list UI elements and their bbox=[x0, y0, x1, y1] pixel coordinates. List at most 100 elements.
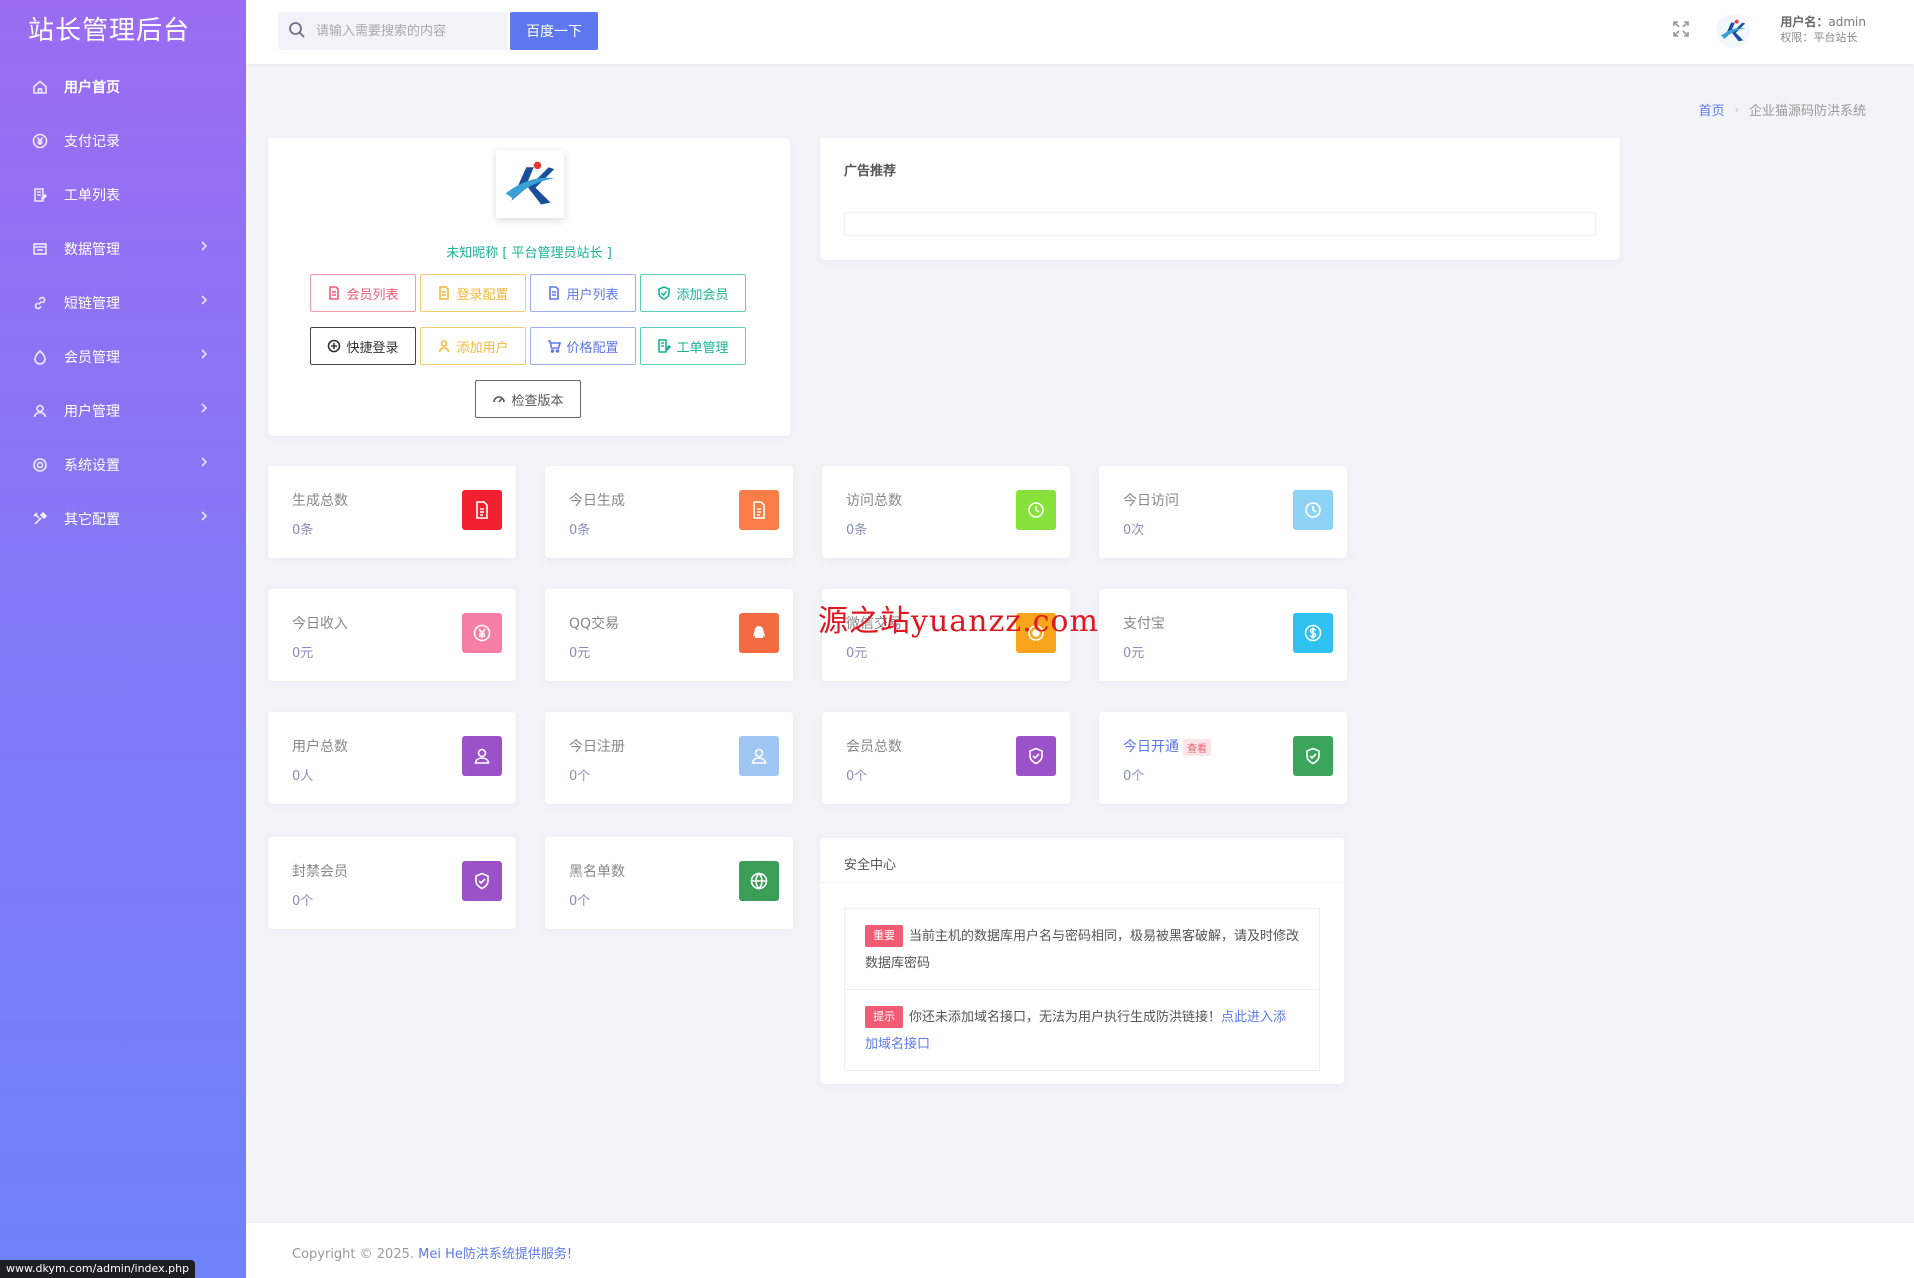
chevron-right-icon bbox=[198, 510, 214, 526]
stat-card: QQ交易 0元 bbox=[545, 589, 793, 681]
chevron-right-icon: › bbox=[1734, 103, 1739, 116]
plus-circle-icon bbox=[328, 339, 341, 353]
user-icon bbox=[739, 736, 779, 776]
chevron-right-icon bbox=[198, 240, 214, 256]
ad-card: 广告推荐 bbox=[820, 138, 1620, 260]
link-icon bbox=[30, 293, 50, 313]
sidebar-item-label: 短链管理 bbox=[64, 296, 120, 312]
stat-value: 0元 bbox=[846, 646, 868, 661]
sidebar-item-shortlinks[interactable]: 短链管理 bbox=[0, 276, 246, 330]
alipay-icon bbox=[1293, 613, 1333, 653]
user-list-button[interactable]: 用户列表 bbox=[530, 274, 636, 312]
avatar[interactable] bbox=[1716, 14, 1750, 48]
yen-icon bbox=[30, 131, 50, 151]
search-input[interactable] bbox=[316, 23, 496, 39]
site-logo bbox=[496, 150, 564, 218]
logo-icon bbox=[1720, 19, 1746, 42]
yen-icon bbox=[462, 613, 502, 653]
breadcrumb-current: 企业猫源码防洪系统 bbox=[1748, 104, 1866, 119]
search-button[interactable]: 百度一下 bbox=[510, 12, 598, 50]
sidebar-item-data[interactable]: 数据管理 bbox=[0, 222, 246, 276]
stat-label[interactable]: 今日开通 查看 bbox=[1123, 736, 1211, 756]
sidebar-item-label: 数据管理 bbox=[64, 242, 120, 258]
stat-value: 0元 bbox=[292, 646, 314, 661]
sidebar-item-label: 用户管理 bbox=[64, 404, 120, 420]
chevron-right-icon bbox=[198, 402, 214, 418]
breadcrumb-home[interactable]: 首页 bbox=[1699, 100, 1725, 119]
ticket-manage-button[interactable]: 工单管理 bbox=[640, 327, 746, 365]
stat-card: 用户总数 0人 bbox=[268, 712, 516, 804]
stat-value: 0元 bbox=[1123, 646, 1145, 661]
stat-value: 0条 bbox=[292, 523, 314, 538]
sidebar-item-other[interactable]: 其它配置 bbox=[0, 492, 246, 546]
sidebar-item-label: 系统设置 bbox=[64, 458, 120, 474]
security-item: 重要 当前主机的数据库用户名与密码相同，极易被黑客破解，请及时修改数据库密码 bbox=[845, 909, 1319, 989]
stat-value: 0个 bbox=[569, 894, 591, 909]
user-info: 用户名：admin 权限：平台站长 bbox=[1780, 14, 1866, 46]
footer-link[interactable]: Mei He防洪系统提供服务! bbox=[418, 1247, 572, 1262]
stat-label: 用户总数 bbox=[292, 739, 348, 755]
fullscreen-icon[interactable] bbox=[1672, 20, 1692, 40]
stat-card: 今日生成 0条 bbox=[545, 466, 793, 558]
sidebar-item-payments[interactable]: 支付记录 bbox=[0, 114, 246, 168]
watermark: 源之站yuanzz.com bbox=[818, 604, 1099, 639]
check-version-button[interactable]: 检查版本 bbox=[475, 380, 581, 418]
nickname: 未知昵称 [ 平台管理员站长 ] bbox=[446, 246, 612, 261]
stat-card: 今日访问 0次 bbox=[1099, 466, 1347, 558]
ad-title: 广告推荐 bbox=[844, 164, 897, 179]
topbar: 百度一下 用户名：admin 权限：平台站长 bbox=[246, 0, 1914, 64]
stat-card: 生成总数 0条 bbox=[268, 466, 516, 558]
shield-icon bbox=[1293, 736, 1333, 776]
doc-icon bbox=[329, 286, 340, 300]
add-user-button[interactable]: 添加用户 bbox=[420, 327, 526, 365]
stat-card: 今日收入 0元 bbox=[268, 589, 516, 681]
doc-icon bbox=[462, 490, 502, 530]
stat-value: 0条 bbox=[846, 523, 868, 538]
sidebar-item-members[interactable]: 会员管理 bbox=[0, 330, 246, 384]
search-icon bbox=[288, 21, 308, 41]
stat-label: 今日生成 bbox=[569, 493, 625, 509]
sidebar-item-settings[interactable]: 系统设置 bbox=[0, 438, 246, 492]
stat-card: 支付宝 0元 bbox=[1099, 589, 1347, 681]
sidebar-item-home[interactable]: 用户首页 bbox=[0, 60, 246, 114]
stat-label: 支付宝 bbox=[1123, 616, 1165, 632]
database-icon bbox=[30, 239, 50, 259]
ticket-icon bbox=[658, 339, 672, 353]
stat-card: 访问总数 0条 bbox=[822, 466, 1070, 558]
stat-value: 0个 bbox=[569, 769, 591, 784]
profile-card: 未知昵称 [ 平台管理员站长 ] 会员列表 登录配置 用户列表 添加会员 快捷登… bbox=[268, 138, 790, 436]
login-config-button[interactable]: 登录配置 bbox=[420, 274, 526, 312]
important-tag: 重要 bbox=[865, 925, 903, 947]
sidebar-menu: 用户首页 支付记录 工单列表 数据管理 短链管理 会员管理 用户管理 系统设置 … bbox=[0, 60, 246, 546]
shield-icon bbox=[658, 286, 671, 300]
sidebar-item-users[interactable]: 用户管理 bbox=[0, 384, 246, 438]
search-box bbox=[278, 12, 508, 50]
add-member-button[interactable]: 添加会员 bbox=[640, 274, 746, 312]
stat-label: 今日注册 bbox=[569, 739, 625, 755]
stat-card: 今日注册 0个 bbox=[545, 712, 793, 804]
user-icon bbox=[462, 736, 502, 776]
username: 用户名：admin bbox=[1780, 15, 1866, 29]
view-badge[interactable]: 查看 bbox=[1183, 738, 1211, 756]
price-config-button[interactable]: 价格配置 bbox=[530, 327, 636, 365]
quick-login-button[interactable]: 快捷登录 bbox=[310, 327, 416, 365]
shield-icon bbox=[462, 861, 502, 901]
stat-label: 生成总数 bbox=[292, 493, 348, 509]
security-list: 重要 当前主机的数据库用户名与密码相同，极易被黑客破解，请及时修改数据库密码 提示… bbox=[844, 908, 1320, 1071]
stat-label: 今日访问 bbox=[1123, 493, 1179, 509]
doc-icon bbox=[439, 286, 450, 300]
sidebar: 站长管理后台 用户首页 支付记录 工单列表 数据管理 短链管理 会员管理 用户管… bbox=[0, 0, 246, 1278]
brand-title: 站长管理后台 bbox=[28, 15, 191, 46]
clock-icon bbox=[1293, 490, 1333, 530]
stat-card: 会员总数 0个 bbox=[822, 712, 1070, 804]
stat-value: 0人 bbox=[292, 769, 314, 784]
footer: Copyright © 2025. Mei He防洪系统提供服务! bbox=[246, 1222, 1914, 1278]
member-list-button[interactable]: 会员列表 bbox=[310, 274, 416, 312]
security-text: 当前主机的数据库用户名与密码相同，极易被黑客破解，请及时修改数据库密码 bbox=[865, 929, 1300, 971]
stat-value: 0个 bbox=[292, 894, 314, 909]
stat-card: 黑名单数 0个 bbox=[545, 837, 793, 929]
gauge-icon bbox=[493, 396, 506, 403]
chevron-right-icon bbox=[198, 348, 214, 364]
user-role: 权限：平台站长 bbox=[1780, 31, 1858, 44]
sidebar-item-tickets[interactable]: 工单列表 bbox=[0, 168, 246, 222]
